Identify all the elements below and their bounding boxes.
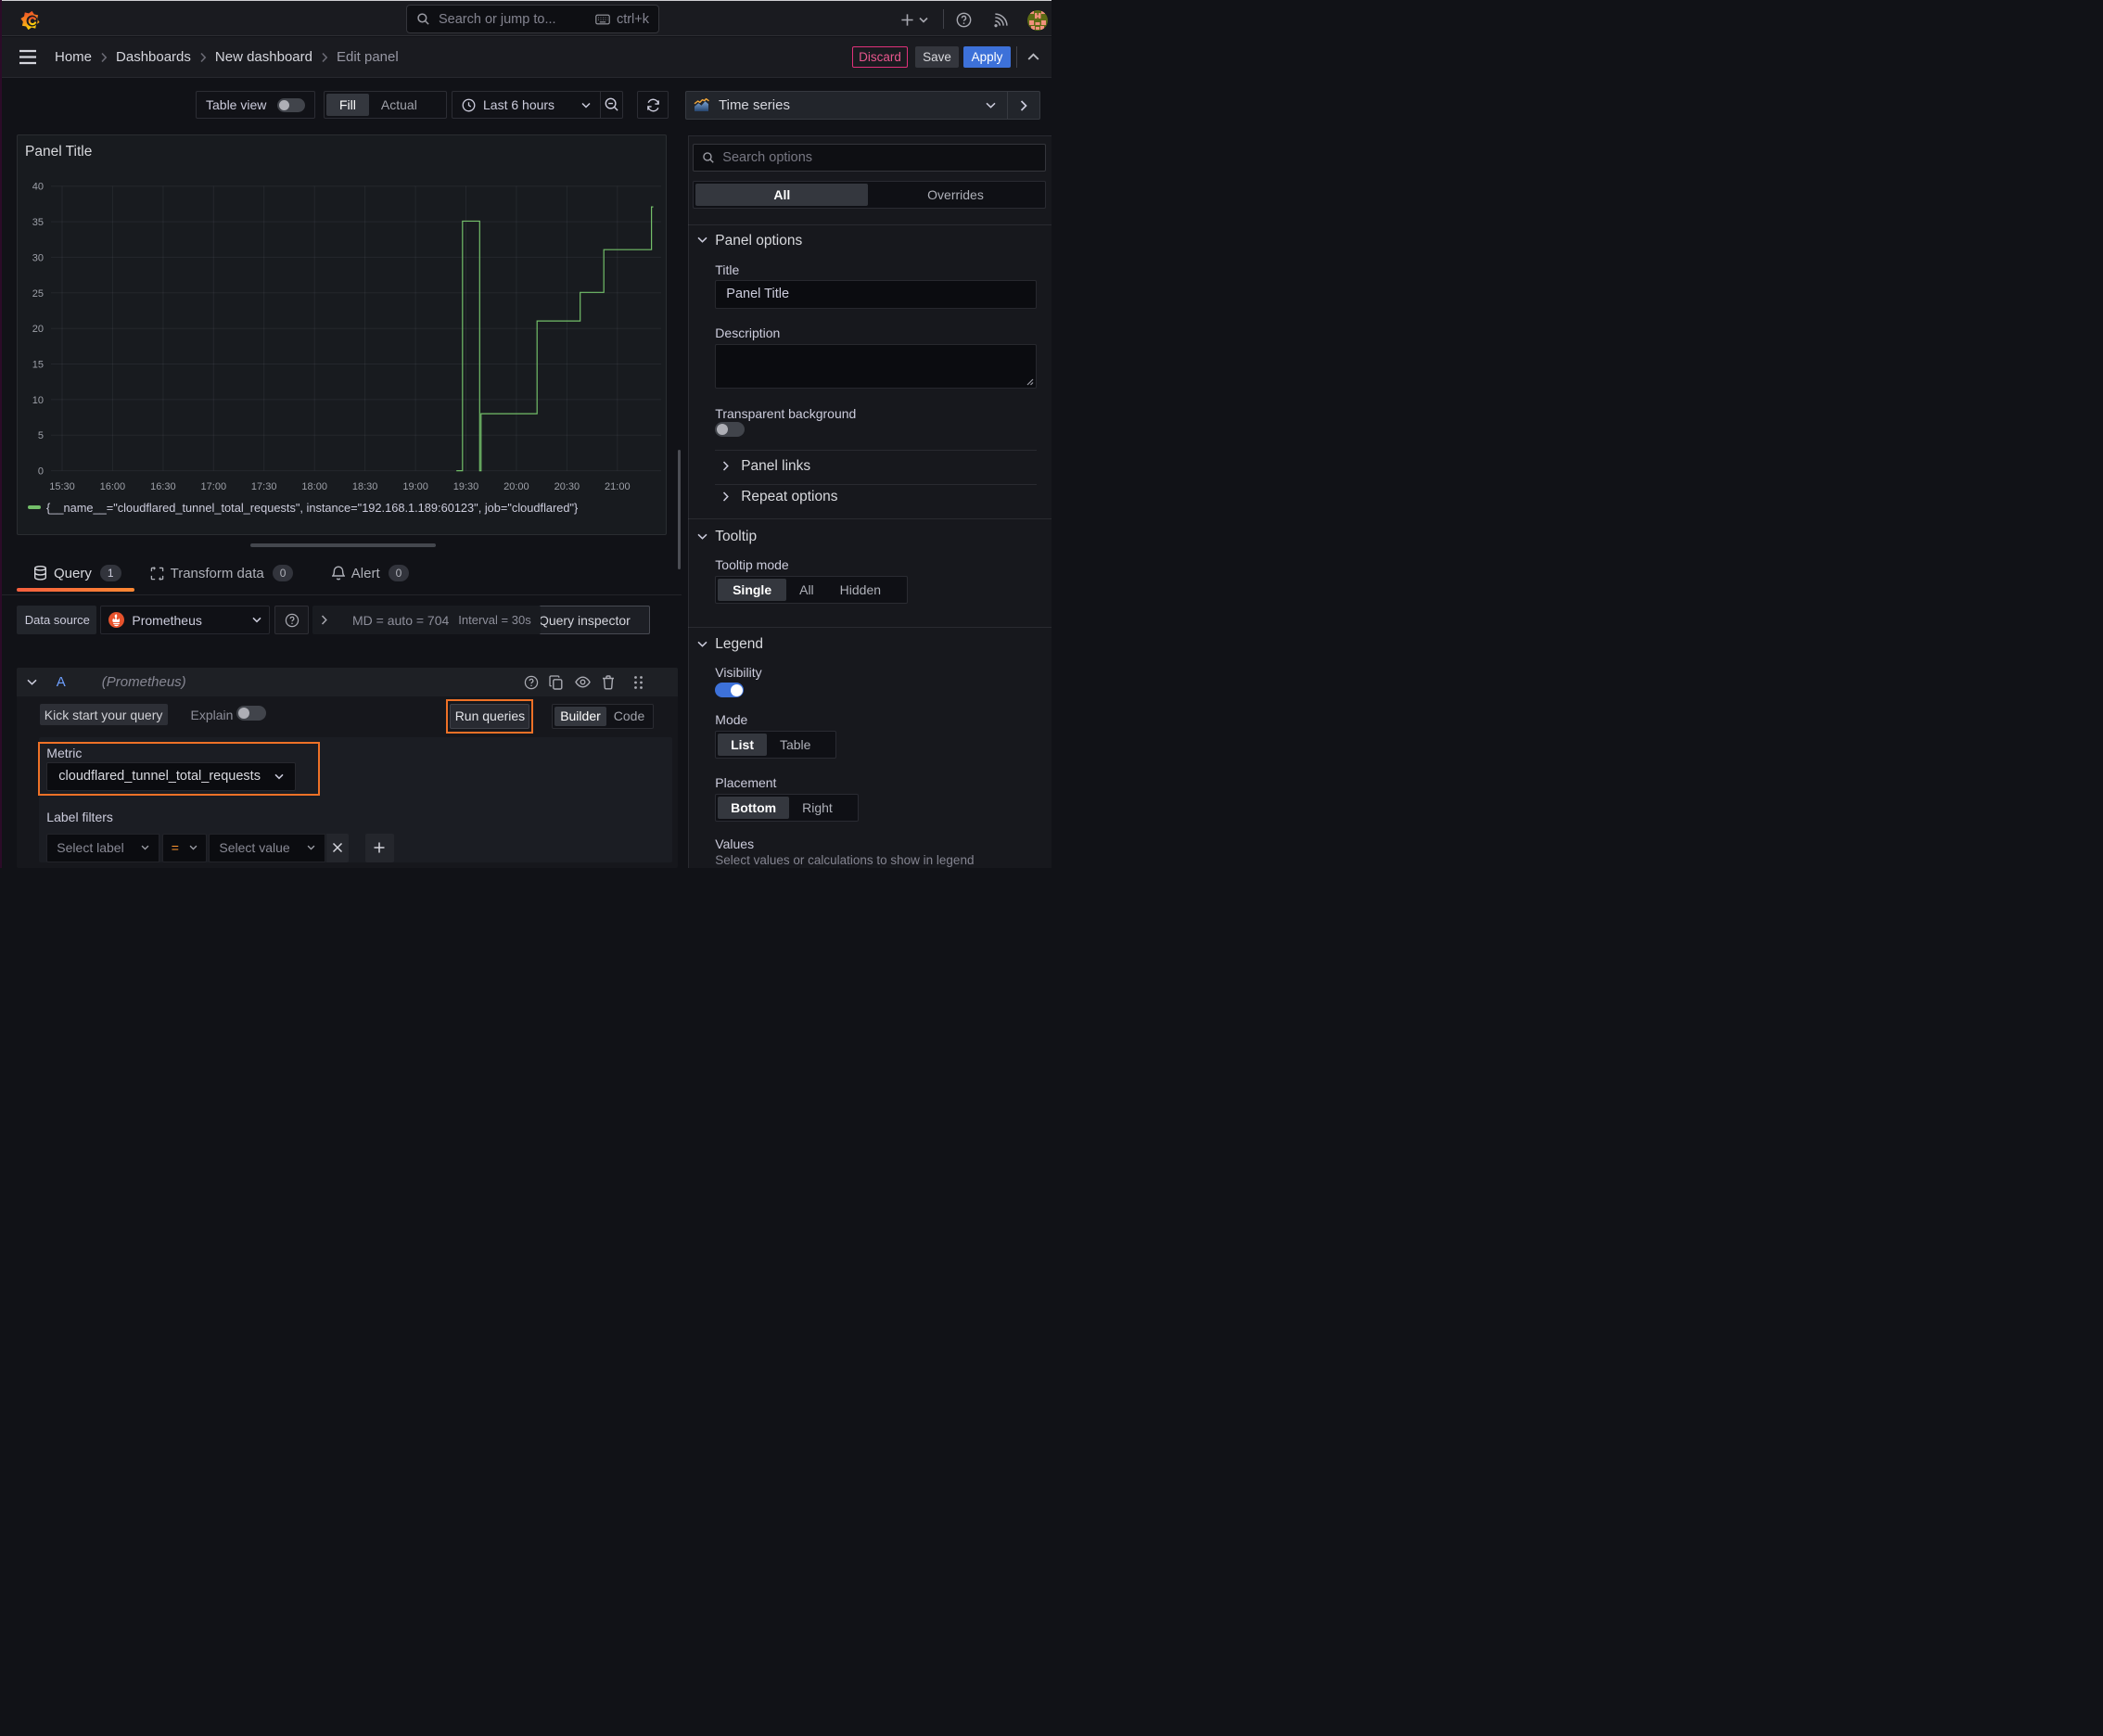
svg-text:20:00: 20:00	[503, 481, 529, 492]
svg-text:18:30: 18:30	[352, 481, 378, 492]
svg-text:18:00: 18:00	[301, 481, 327, 492]
svg-text:17:00: 17:00	[201, 481, 227, 492]
svg-text:21:00: 21:00	[605, 481, 631, 492]
svg-text:17:30: 17:30	[251, 481, 277, 492]
svg-text:20: 20	[32, 324, 44, 335]
svg-text:0: 0	[38, 466, 44, 478]
svg-text:19:00: 19:00	[402, 481, 428, 492]
svg-text:20:30: 20:30	[554, 481, 580, 492]
svg-text:5: 5	[38, 430, 44, 441]
svg-text:16:00: 16:00	[100, 481, 126, 492]
svg-text:35: 35	[32, 217, 44, 228]
svg-text:40: 40	[32, 182, 44, 193]
svg-text:10: 10	[32, 395, 44, 406]
svg-text:16:30: 16:30	[150, 481, 176, 492]
svg-text:19:30: 19:30	[453, 481, 479, 492]
svg-text:30: 30	[32, 252, 44, 263]
svg-text:25: 25	[32, 288, 44, 300]
svg-text:15:30: 15:30	[49, 481, 75, 492]
svg-text:15: 15	[32, 360, 44, 371]
